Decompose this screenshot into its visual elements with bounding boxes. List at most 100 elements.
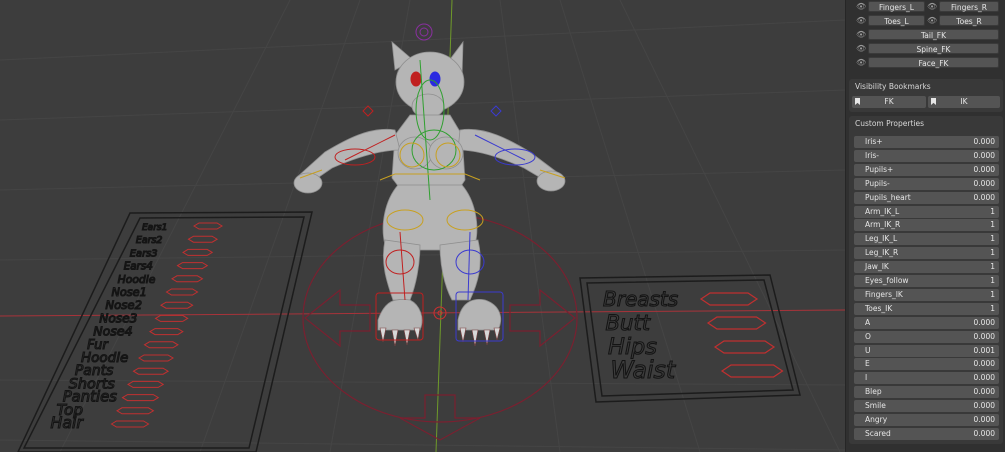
cage-label: Ears2 [136,235,163,246]
layer-button-tail-fk[interactable]: Tail_FK [868,29,999,40]
shape-key-slider[interactable] [720,364,784,378]
cage-label: Butt [606,310,651,335]
shape-key-slider[interactable] [182,248,214,256]
shape-key-slider[interactable] [706,316,767,330]
eye-icon[interactable]: 👁 [927,1,937,13]
property-value[interactable]: 0.000 [974,428,995,440]
property-field[interactable]: Fingers_IK 1 [854,288,999,301]
property-field[interactable]: Arm_IK_R 1 [854,219,999,232]
custom-properties-title[interactable]: Custom Properties [855,119,924,128]
eye-icon[interactable]: 👁 [856,43,866,55]
property-field[interactable]: Leg_IK_L 1 [854,233,999,246]
eye-icon[interactable]: 👁 [856,15,866,27]
property-field[interactable]: Eyes_follow 1 [854,275,999,287]
visibility-row-face: 👁 Face_FK [846,57,1005,69]
property-field[interactable]: Pupils+ 0.000 [854,163,999,176]
property-value[interactable]: 0.000 [974,192,995,204]
bookmark-icon [931,98,936,105]
property-value[interactable]: 0.000 [974,414,995,426]
property-field[interactable]: Arm_IK_L 1 [854,205,999,218]
bookmarks-title[interactable]: Visibility Bookmarks [855,82,931,91]
shape-key-slider[interactable] [187,235,219,243]
viewport-scene[interactable]: Ears1 Ears2 Ears3 Ears4HoodieNose1Nose2 Nose… [0,0,845,452]
shape-key-slider[interactable] [132,367,170,375]
property-field[interactable]: O 0.000 [854,330,999,343]
property-value[interactable]: 0.000 [974,400,995,412]
shape-key-slider[interactable] [143,341,179,349]
shape-key-slider[interactable] [149,328,184,336]
property-value[interactable]: 1 [990,233,995,245]
shape-key-slider[interactable] [193,222,223,230]
property-field[interactable]: A 0.000 [854,316,999,329]
cage-label: Waist [611,356,676,384]
property-value[interactable]: 1 [990,289,995,301]
property-field[interactable]: Pupils- 0.000 [854,177,999,190]
eye-icon[interactable]: 👁 [856,1,866,13]
property-value[interactable]: 1 [990,303,995,315]
property-field[interactable]: Angry 0.000 [854,414,999,426]
property-field[interactable]: Iris+ 0.000 [854,136,999,148]
shape-key-slider[interactable] [110,420,150,428]
property-value[interactable]: 0.001 [974,345,995,357]
property-value[interactable]: 0.000 [974,317,995,329]
property-value[interactable]: 1 [990,261,995,273]
property-value[interactable]: 1 [990,206,995,218]
property-name: Arm_IK_L [865,206,900,216]
property-value[interactable]: 0.000 [974,331,995,343]
property-value[interactable]: 0.000 [974,136,995,148]
property-field[interactable]: Pupils_heart 0.000 [854,191,999,204]
property-value[interactable]: 1 [990,275,995,287]
shape-key-slider[interactable] [121,394,160,402]
layer-button-toes-r[interactable]: Toes_R [939,15,999,26]
shape-key-slider[interactable] [160,301,194,309]
shape-key-slider[interactable] [171,275,204,283]
layer-button-fingers-l[interactable]: Fingers_L [868,1,925,12]
property-name: Fingers_IK [865,289,903,299]
eye-icon[interactable]: 👁 [856,29,866,41]
property-field[interactable]: Toes_IK 1 [854,302,999,315]
property-field[interactable]: U 0.001 [854,344,999,357]
property-value[interactable]: 0.000 [974,386,995,398]
property-name: Iris- [865,150,879,160]
eye-icon[interactable]: 👁 [927,15,937,27]
eye-icon[interactable]: 👁 [856,57,866,69]
bookmark-button-fk[interactable]: FK [852,96,926,108]
layer-button-face-fk[interactable]: Face_FK [868,57,999,68]
shape-key-slider[interactable] [127,380,165,388]
property-name: Smile [865,401,886,411]
property-value[interactable]: 1 [990,219,995,231]
property-field[interactable]: Iris- 0.000 [854,149,999,162]
property-name: Blep [865,387,882,397]
property-field[interactable]: E 0.000 [854,358,999,371]
property-value[interactable]: 0.000 [974,358,995,370]
shape-key-slider[interactable] [176,262,209,270]
property-value[interactable]: 0.000 [974,150,995,162]
property-field[interactable]: Jaw_IK 1 [854,261,999,274]
3d-viewport[interactable]: Ears1 Ears2 Ears3 Ears4 Hoodie Nose1 Nose2 Nose… [0,0,845,452]
shape-key-slider[interactable] [138,354,174,362]
property-value[interactable]: 1 [990,247,995,259]
cage-label: Hoodie [118,273,156,286]
property-field[interactable]: Smile 0.000 [854,400,999,413]
layer-button-toes-l[interactable]: Toes_L [868,15,925,26]
layer-button-fingers-r[interactable]: Fingers_R [939,1,999,12]
visibility-row-fingers: 👁 Fingers_L 👁 Fingers_R [846,1,1005,13]
shape-key-slider[interactable] [165,288,199,296]
property-value[interactable]: 0.000 [974,164,995,176]
property-field[interactable]: Blep 0.000 [854,386,999,399]
property-field[interactable]: I 0.000 [854,372,999,385]
property-field[interactable]: Leg_IK_R 1 [854,247,999,260]
shape-key-slider[interactable] [699,292,759,306]
property-value[interactable]: 0.000 [974,372,995,384]
property-value[interactable]: 0.000 [974,178,995,190]
property-name: Pupils_heart [865,192,911,202]
bookmark-button-ik[interactable]: IK [928,96,1000,108]
shape-key-slider[interactable] [116,407,155,415]
layer-button-spine-fk[interactable]: Spine_FK [868,43,999,54]
sidepanel: 👁 Fingers_L 👁 Fingers_R 👁 Toes_L 👁 Toes_… [845,0,1005,452]
cage-label: Nose1 [112,286,147,299]
property-name: Iris+ [865,137,883,146]
shape-key-slider[interactable] [154,314,189,322]
property-field[interactable]: Scared 0.000 [854,427,999,440]
shape-key-slider[interactable] [713,340,776,354]
